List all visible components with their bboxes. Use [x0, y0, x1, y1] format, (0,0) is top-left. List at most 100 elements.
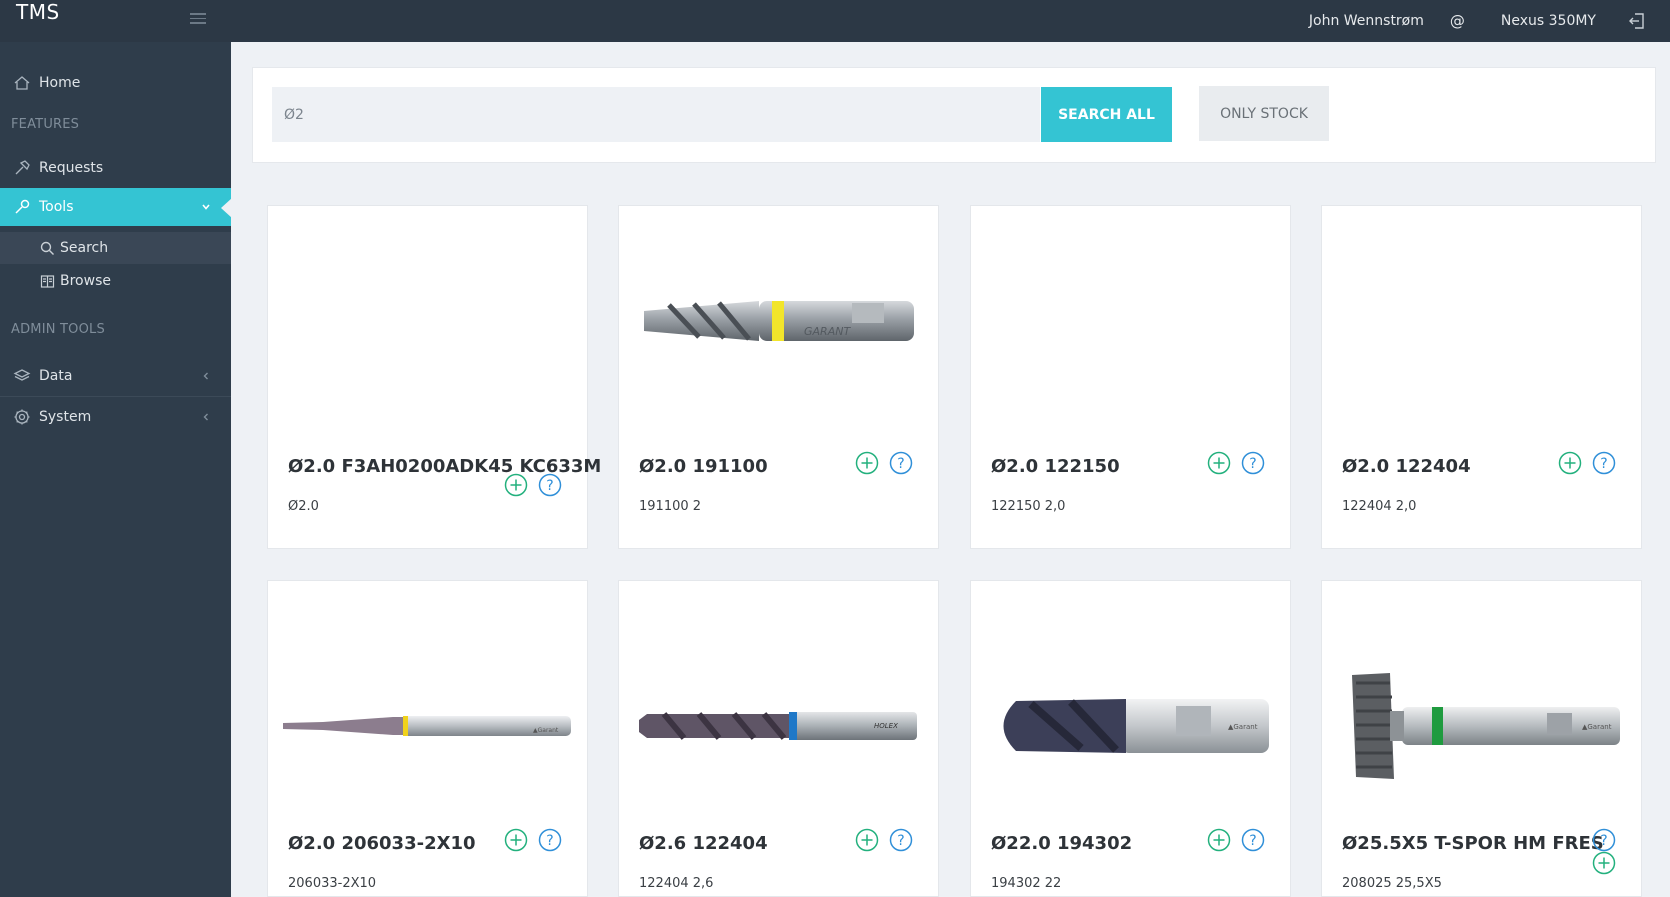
tool-title[interactable]: Ø25.5X5 T-SPOR HM FRES [1342, 833, 1604, 854]
book-icon [40, 274, 55, 288]
tool-title[interactable]: Ø2.0 206033-2X10 [288, 833, 476, 854]
wrench-icon [15, 199, 30, 214]
tool-title[interactable]: Ø2.0 122404 [1342, 456, 1471, 477]
tool-image: ▲Garant [971, 581, 1290, 811]
tool-card[interactable]: ▲Garant Ø2.0 206033-2X10 ? 206033-2X10 [267, 580, 588, 897]
menu-toggle-icon[interactable] [190, 13, 206, 25]
search-panel: SEARCH ALL ONLY STOCK [252, 67, 1656, 163]
chevron-left-icon [203, 413, 208, 421]
svg-text:?: ? [1249, 456, 1256, 472]
svg-text:▲Garant: ▲Garant [1228, 723, 1258, 731]
add-icon[interactable] [1558, 451, 1582, 475]
sidebar-subitem-label: Search [60, 240, 109, 256]
svg-text:?: ? [1249, 833, 1256, 849]
tool-subtitle: Ø2.0 [288, 499, 319, 514]
sidebar: Home FEATURES Requests Tools Search Brow… [0, 42, 232, 897]
tool-image: ▲Garant [1322, 581, 1641, 811]
tool-card[interactable]: HOLEX Ø2.6 122404 ? 122404 2,6 [618, 580, 939, 897]
svg-text:?: ? [1600, 456, 1607, 472]
help-icon[interactable]: ? [538, 473, 562, 497]
tool-subtitle: 208025 25,5X5 [1342, 876, 1442, 891]
layers-icon [13, 369, 31, 381]
svg-text:▲Garant: ▲Garant [1582, 723, 1612, 731]
svg-text:?: ? [897, 456, 904, 472]
sidebar-item-system[interactable]: System [0, 397, 231, 437]
tool-image-placeholder [268, 206, 587, 436]
home-icon [14, 76, 30, 90]
sidebar-subitem-browse[interactable]: Browse [0, 265, 231, 297]
tool-subtitle: 206033-2X10 [288, 876, 377, 891]
sidebar-item-label: Home [39, 75, 81, 91]
search-all-button[interactable]: SEARCH ALL [1041, 87, 1172, 142]
user-name[interactable]: John Wennstrøm [1309, 13, 1424, 29]
search-icon [40, 241, 54, 255]
sidebar-item-requests[interactable]: Requests [0, 150, 231, 186]
help-icon[interactable]: ? [1592, 451, 1616, 475]
tool-subtitle: 122404 2,6 [639, 876, 714, 891]
svg-text:▲Garant: ▲Garant [533, 727, 559, 734]
tool-image: GARANT [619, 206, 938, 436]
logout-icon[interactable] [1628, 12, 1646, 30]
tool-card[interactable]: Ø2.0 122404 ? 122404 2,0 [1321, 205, 1642, 549]
add-icon[interactable] [1207, 828, 1231, 852]
section-admin-tools: ADMIN TOOLS [11, 322, 105, 337]
app-brand[interactable]: TMS [16, 0, 60, 24]
tool-card[interactable]: Ø2.0 122150 ? 122150 2,0 [970, 205, 1291, 549]
sidebar-item-label: Tools [39, 199, 74, 215]
tool-title[interactable]: Ø2.0 191100 [639, 456, 768, 477]
sidebar-item-label: Data [39, 368, 73, 384]
svg-text:HOLEX: HOLEX [874, 722, 898, 730]
only-stock-button[interactable]: ONLY STOCK [1199, 86, 1329, 141]
ball-endmill-image: ▲Garant [1003, 699, 1269, 753]
chevron-left-icon [203, 372, 208, 380]
svg-text:?: ? [546, 833, 553, 849]
sidebar-item-tools[interactable]: Tools [0, 188, 232, 226]
add-icon[interactable] [855, 828, 879, 852]
tool-card[interactable]: GARANT Ø2.0 191100 ? 191100 2 [618, 205, 939, 549]
add-icon[interactable] [504, 473, 528, 497]
add-icon[interactable] [1207, 451, 1231, 475]
help-icon[interactable]: ? [1241, 828, 1265, 852]
site-name[interactable]: Nexus 350MY [1501, 13, 1596, 29]
add-icon[interactable] [1592, 851, 1616, 875]
t-slot-cutter-image: ▲Garant [1351, 673, 1620, 779]
endmill-image: GARANT [643, 301, 914, 341]
tool-subtitle: 194302 22 [991, 876, 1062, 891]
help-icon[interactable]: ? [889, 828, 913, 852]
hammer-icon [15, 160, 30, 175]
sidebar-item-data[interactable]: Data [0, 356, 231, 396]
tool-title[interactable]: Ø22.0 194302 [991, 833, 1132, 854]
sidebar-item-label: Requests [39, 160, 104, 176]
help-icon[interactable]: ? [1592, 828, 1616, 852]
svg-text:GARANT: GARANT [804, 325, 851, 338]
tool-card[interactable]: Ø2.0 F3AH0200ADK45 KC633M ? Ø2.0 [267, 205, 601, 549]
sidebar-item-home[interactable]: Home [0, 66, 231, 100]
svg-text:?: ? [897, 833, 904, 849]
add-icon[interactable] [855, 451, 879, 475]
chevron-down-icon [202, 204, 210, 210]
drill-image: HOLEX [638, 712, 917, 740]
svg-text:?: ? [1600, 833, 1607, 849]
search-input[interactable] [272, 87, 1040, 142]
help-icon[interactable]: ? [889, 451, 913, 475]
help-icon[interactable]: ? [1241, 451, 1265, 475]
sidebar-subitem-search[interactable]: Search [0, 232, 231, 264]
tool-card[interactable]: ▲Garant Ø22.0 194302 ? 194302 22 [970, 580, 1291, 897]
tool-image-placeholder [971, 206, 1290, 436]
tool-card[interactable]: ▲Garant Ø25.5X5 T-SPOR HM FRES ? 208025 … [1321, 580, 1642, 897]
top-bar: TMS John Wennstrøm @ Nexus 350MY [0, 0, 1670, 42]
tool-image: ▲Garant [268, 581, 587, 811]
at-symbol: @ [1449, 12, 1465, 30]
tool-image-placeholder [1322, 206, 1641, 436]
section-features: FEATURES [11, 117, 80, 132]
tool-subtitle: 191100 2 [639, 499, 702, 514]
tool-image: HOLEX [619, 581, 938, 811]
svg-text:?: ? [546, 478, 553, 494]
add-icon[interactable] [504, 828, 528, 852]
tool-title[interactable]: Ø2.0 122150 [991, 456, 1120, 477]
tool-title[interactable]: Ø2.6 122404 [639, 833, 768, 854]
tool-subtitle: 122150 2,0 [991, 499, 1066, 514]
help-icon[interactable]: ? [538, 828, 562, 852]
micro-endmill-image: ▲Garant [282, 716, 571, 736]
tool-subtitle: 122404 2,0 [1342, 499, 1417, 514]
